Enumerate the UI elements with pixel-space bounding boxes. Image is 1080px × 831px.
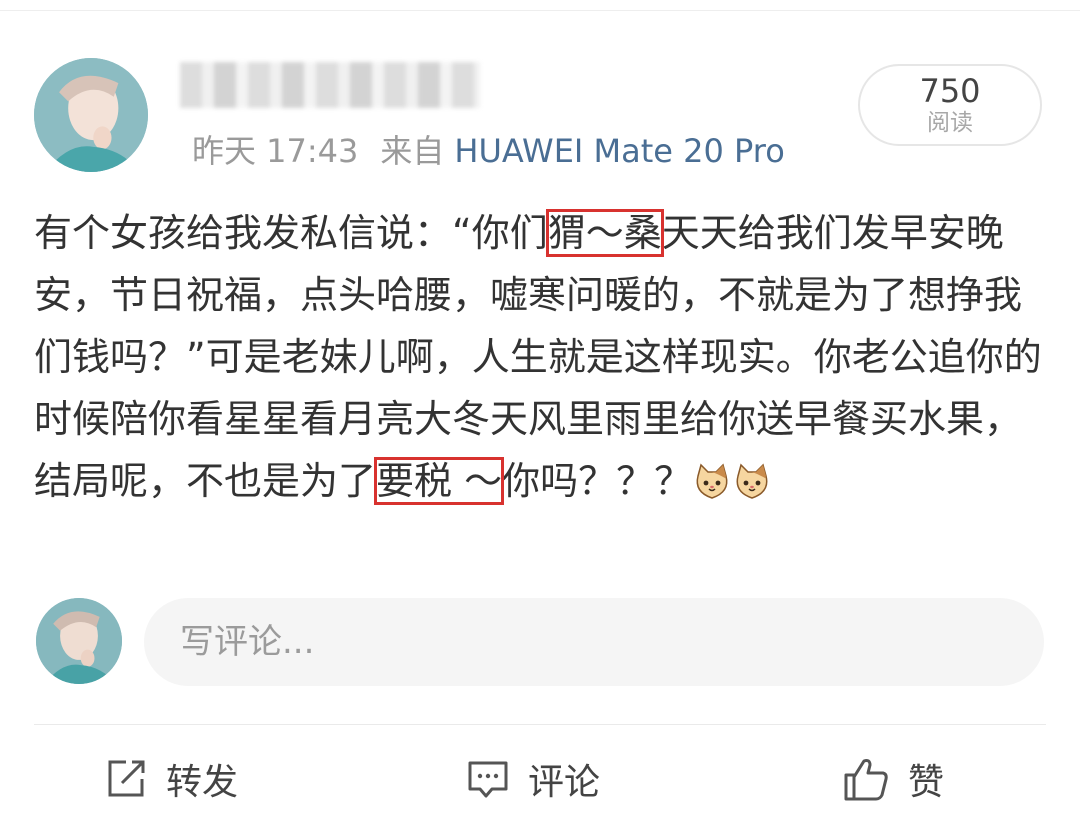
cat-emoji-icon	[692, 458, 732, 520]
top-divider	[0, 10, 1080, 11]
avatar-photo-icon	[34, 58, 148, 172]
avatar-photo-icon	[36, 598, 122, 684]
username-redacted	[180, 62, 480, 108]
post-body: 有个女孩给我发私信说：“你们猬～桑天天给我们发早安晚安，节日祝福，点头哈腰，嘘寒…	[34, 202, 1048, 520]
like-label: 赞	[908, 762, 945, 803]
comment-bubble-icon	[468, 761, 508, 798]
comment-label: 评论	[528, 762, 601, 803]
thumbs-up-icon	[844, 759, 888, 801]
cat-emoji-icon	[732, 458, 772, 520]
like-button[interactable]: 赞	[842, 748, 944, 810]
highlight-box-2: 要税 ～	[374, 457, 505, 505]
post-time: 昨天 17:43	[192, 132, 359, 170]
read-count: 750	[919, 72, 981, 110]
post-meta: 昨天 17:43 来自 HUAWEI Mate 20 Pro	[192, 126, 785, 176]
my-avatar	[36, 598, 122, 684]
action-divider	[34, 724, 1046, 725]
repost-label: 转发	[166, 762, 239, 803]
device-source-link[interactable]: HUAWEI Mate 20 Pro	[454, 132, 784, 170]
author-avatar[interactable]	[34, 58, 148, 172]
highlight-box-1: 猬～桑	[545, 209, 664, 257]
repost-button[interactable]: 转发	[104, 748, 238, 810]
post-text-part1: 有个女孩给我发私信说：“你们	[34, 211, 548, 255]
post-text-part3: 你吗？？？	[502, 459, 693, 503]
comment-button[interactable]: 评论	[466, 748, 600, 810]
read-count-badge: 750 阅读	[858, 64, 1042, 146]
source-prefix: 来自	[380, 132, 445, 170]
share-icon	[108, 760, 145, 797]
comment-input[interactable]: 写评论...	[144, 598, 1044, 686]
read-label: 阅读	[927, 110, 973, 136]
